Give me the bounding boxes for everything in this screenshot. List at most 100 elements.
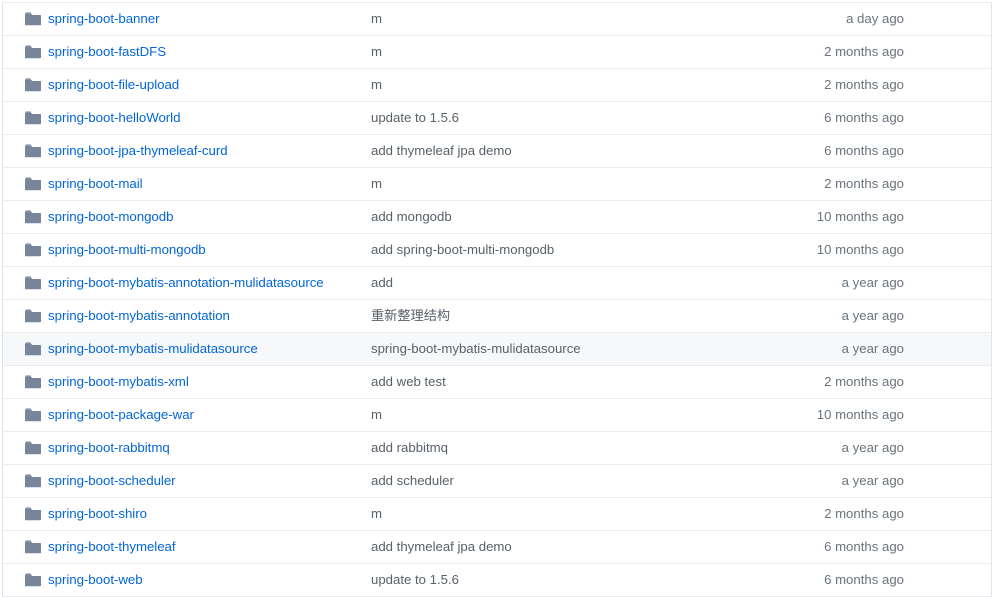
commit-age: a year ago <box>841 275 904 290</box>
directory-link[interactable]: spring-boot-file-upload <box>48 77 179 93</box>
file-name-cell: spring-boot-mybatis-annotation <box>3 308 371 324</box>
file-name-cell: spring-boot-fastDFS <box>3 44 371 60</box>
folder-icon <box>25 210 41 224</box>
commit-message[interactable]: spring-boot-mybatis-mulidatasource <box>371 341 791 357</box>
directory-link[interactable]: spring-boot-mybatis-annotation <box>48 308 230 324</box>
commit-age: 2 months ago <box>824 506 904 521</box>
commit-message[interactable]: add <box>371 275 791 291</box>
table-row[interactable]: spring-boot-mybatis-annotation-mulidatas… <box>3 267 991 300</box>
table-row[interactable]: spring-boot-multi-mongodb add spring-boot… <box>3 234 991 267</box>
commit-message[interactable]: m <box>371 506 791 522</box>
directory-link[interactable]: spring-boot-mongodb <box>48 209 174 225</box>
table-row[interactable]: spring-boot-mail m 2 months ago <box>3 168 991 201</box>
directory-link[interactable]: spring-boot-mybatis-mulidatasource <box>48 341 258 357</box>
directory-link[interactable]: spring-boot-multi-mongodb <box>48 242 206 258</box>
directory-link[interactable]: spring-boot-jpa-thymeleaf-curd <box>48 143 228 159</box>
commit-age: 10 months ago <box>816 242 904 257</box>
table-row[interactable]: spring-boot-rabbitmq add rabbitmq a year a… <box>3 432 991 465</box>
directory-link[interactable]: spring-boot-package-war <box>48 407 194 423</box>
commit-age: 10 months ago <box>816 407 904 422</box>
commit-message[interactable]: add scheduler <box>371 473 791 489</box>
commit-age: a year ago <box>841 473 904 488</box>
file-name-cell: spring-boot-mybatis-annotation-mulidatas… <box>3 275 371 291</box>
folder-icon <box>25 12 41 26</box>
commit-age: 2 months ago <box>824 77 904 92</box>
directory-link[interactable]: spring-boot-fastDFS <box>48 44 166 60</box>
table-row[interactable]: spring-boot-package-war m 10 months ago <box>3 399 991 432</box>
folder-icon <box>25 78 41 92</box>
table-row[interactable]: spring-boot-mybatis-xml add web test 2 mon… <box>3 366 991 399</box>
table-row[interactable]: spring-boot-mongodb add mongodb 10 months … <box>3 201 991 234</box>
directory-link[interactable]: spring-boot-banner <box>48 11 160 27</box>
commit-age: 6 months ago <box>824 110 904 125</box>
commit-age: 6 months ago <box>824 572 904 587</box>
file-name-cell: spring-boot-mongodb <box>3 209 371 225</box>
directory-link[interactable]: spring-boot-thymeleaf <box>48 539 176 555</box>
table-row[interactable]: spring-boot-file-upload m 2 months ago <box>3 69 991 102</box>
commit-message[interactable]: 重新整理结构 <box>371 308 791 324</box>
folder-icon <box>25 45 41 59</box>
commit-message[interactable]: add spring-boot-multi-mongodb <box>371 242 791 258</box>
table-row[interactable]: spring-boot-thymeleaf add thymeleaf jpa d… <box>3 531 991 564</box>
folder-icon <box>25 540 41 554</box>
commit-message[interactable]: update to 1.5.6 <box>371 110 791 126</box>
folder-icon <box>25 441 41 455</box>
file-name-cell: spring-boot-rabbitmq <box>3 440 371 456</box>
file-name-cell: spring-boot-mybatis-mulidatasource <box>3 341 371 357</box>
directory-link[interactable]: spring-boot-scheduler <box>48 473 176 489</box>
folder-icon <box>25 144 41 158</box>
commit-age: a day ago <box>846 11 904 26</box>
directory-link[interactable]: spring-boot-shiro <box>48 506 147 522</box>
table-row[interactable]: spring-boot-mybatis-mulidatasource spring… <box>3 333 991 366</box>
directory-link[interactable]: spring-boot-web <box>48 572 143 588</box>
commit-age: 6 months ago <box>824 539 904 554</box>
file-name-cell: spring-boot-web <box>3 572 371 588</box>
commit-message[interactable]: add web test <box>371 374 791 390</box>
table-row[interactable]: spring-boot-scheduler add scheduler a year… <box>3 465 991 498</box>
file-name-cell: spring-boot-jpa-thymeleaf-curd <box>3 143 371 159</box>
commit-message[interactable]: add thymeleaf jpa demo <box>371 539 791 555</box>
commit-age: a year ago <box>841 440 904 455</box>
commit-message[interactable]: add rabbitmq <box>371 440 791 456</box>
file-name-cell: spring-boot-file-upload <box>3 77 371 93</box>
directory-link[interactable]: spring-boot-mybatis-xml <box>48 374 189 390</box>
commit-message[interactable]: m <box>371 77 791 93</box>
folder-icon <box>25 309 41 323</box>
table-row[interactable]: spring-boot-banner m a day ago <box>3 3 991 36</box>
directory-link[interactable]: spring-boot-mail <box>48 176 143 192</box>
file-name-cell: spring-boot-shiro <box>3 506 371 522</box>
file-name-cell: spring-boot-mybatis-xml <box>3 374 371 390</box>
commit-message[interactable]: add mongodb <box>371 209 791 225</box>
folder-icon <box>25 111 41 125</box>
directory-link[interactable]: spring-boot-rabbitmq <box>48 440 170 456</box>
commit-age: 2 months ago <box>824 176 904 191</box>
file-name-cell: spring-boot-banner <box>3 11 371 27</box>
file-name-cell: spring-boot-multi-mongodb <box>3 242 371 258</box>
commit-message[interactable]: add thymeleaf jpa demo <box>371 143 791 159</box>
table-row[interactable]: spring-boot-helloWorld update to 1.5.6 6 m… <box>3 102 991 135</box>
file-name-cell: spring-boot-thymeleaf <box>3 539 371 555</box>
commit-age: 6 months ago <box>824 143 904 158</box>
directory-link[interactable]: spring-boot-mybatis-annotation-mulidatas… <box>48 275 324 291</box>
file-name-cell: spring-boot-helloWorld <box>3 110 371 126</box>
commit-message[interactable]: m <box>371 407 791 423</box>
table-row[interactable]: spring-boot-shiro m 2 months ago <box>3 498 991 531</box>
commit-message[interactable]: m <box>371 44 791 60</box>
commit-message[interactable]: m <box>371 176 791 192</box>
commit-message[interactable]: m <box>371 11 791 27</box>
file-name-cell: spring-boot-scheduler <box>3 473 371 489</box>
table-row[interactable]: spring-boot-web update to 1.5.6 6 months a… <box>3 564 991 597</box>
directory-link[interactable]: spring-boot-helloWorld <box>48 110 180 126</box>
folder-icon <box>25 276 41 290</box>
folder-icon <box>25 243 41 257</box>
commit-age: 2 months ago <box>824 374 904 389</box>
commit-message[interactable]: update to 1.5.6 <box>371 572 791 588</box>
file-name-cell: spring-boot-package-war <box>3 407 371 423</box>
table-row[interactable]: spring-boot-jpa-thymeleaf-curd add thymel… <box>3 135 991 168</box>
table-row[interactable]: spring-boot-mybatis-annotation 重新整理结构 a ye… <box>3 300 991 333</box>
commit-age: 10 months ago <box>816 209 904 224</box>
file-name-cell: spring-boot-mail <box>3 176 371 192</box>
table-row[interactable]: spring-boot-fastDFS m 2 months ago <box>3 36 991 69</box>
folder-icon <box>25 375 41 389</box>
folder-icon <box>25 342 41 356</box>
